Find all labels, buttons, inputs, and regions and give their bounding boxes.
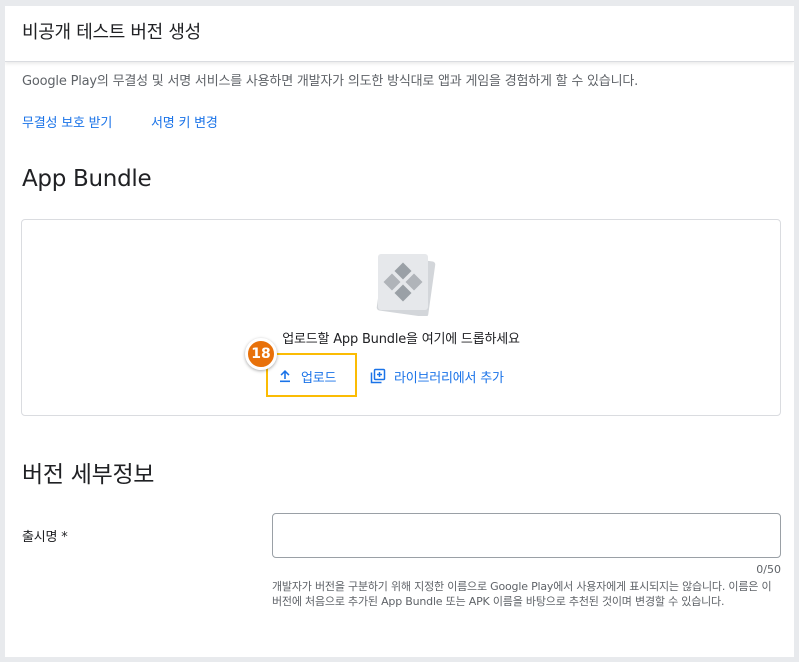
integrity-protection-link[interactable]: 무결성 보호 받기 (22, 112, 112, 131)
release-details-title: 버전 세부정보 (22, 462, 155, 488)
drop-instructions: 업로드할 App Bundle을 여기에 드롭하세요 (282, 332, 520, 347)
upload-button[interactable]: 업로드 (277, 360, 336, 392)
app-bundle-dropzone[interactable]: 업로드할 App Bundle을 여기에 드롭하세요 업로드 라이브러리에서 추… (21, 219, 781, 416)
add-from-library-button[interactable]: 라이브러리에서 추가 (370, 360, 504, 392)
upload-icon (280, 370, 290, 383)
library-add-icon (370, 368, 386, 384)
page-title: 비공개 테스트 버전 생성 (22, 22, 201, 43)
step-badge: 18 (245, 338, 277, 370)
add-from-library-label: 라이브러리에서 추가 (394, 370, 504, 386)
char-counter: 0/50 (756, 563, 781, 576)
signing-description: Google Play의 무결성 및 서명 서비스를 사용하면 개발자가 의도한… (22, 74, 639, 89)
page-header: 비공개 테스트 버전 생성 (5, 6, 794, 62)
upload-button-label: 업로드 (301, 370, 337, 386)
page: 비공개 테스트 버전 생성 Google Play의 무결성 및 서명 서비스를… (5, 6, 794, 657)
app-bundle-title: App Bundle (22, 166, 152, 192)
release-name-input[interactable] (272, 513, 781, 558)
release-name-label: 출시명 * (22, 530, 68, 545)
change-signing-key-link[interactable]: 서명 키 변경 (151, 112, 218, 131)
release-name-helper-text: 개발자가 버전을 구분하기 위해 지정한 이름으로 Google Play에서 … (272, 580, 772, 608)
app-bundle-icon (376, 254, 436, 316)
